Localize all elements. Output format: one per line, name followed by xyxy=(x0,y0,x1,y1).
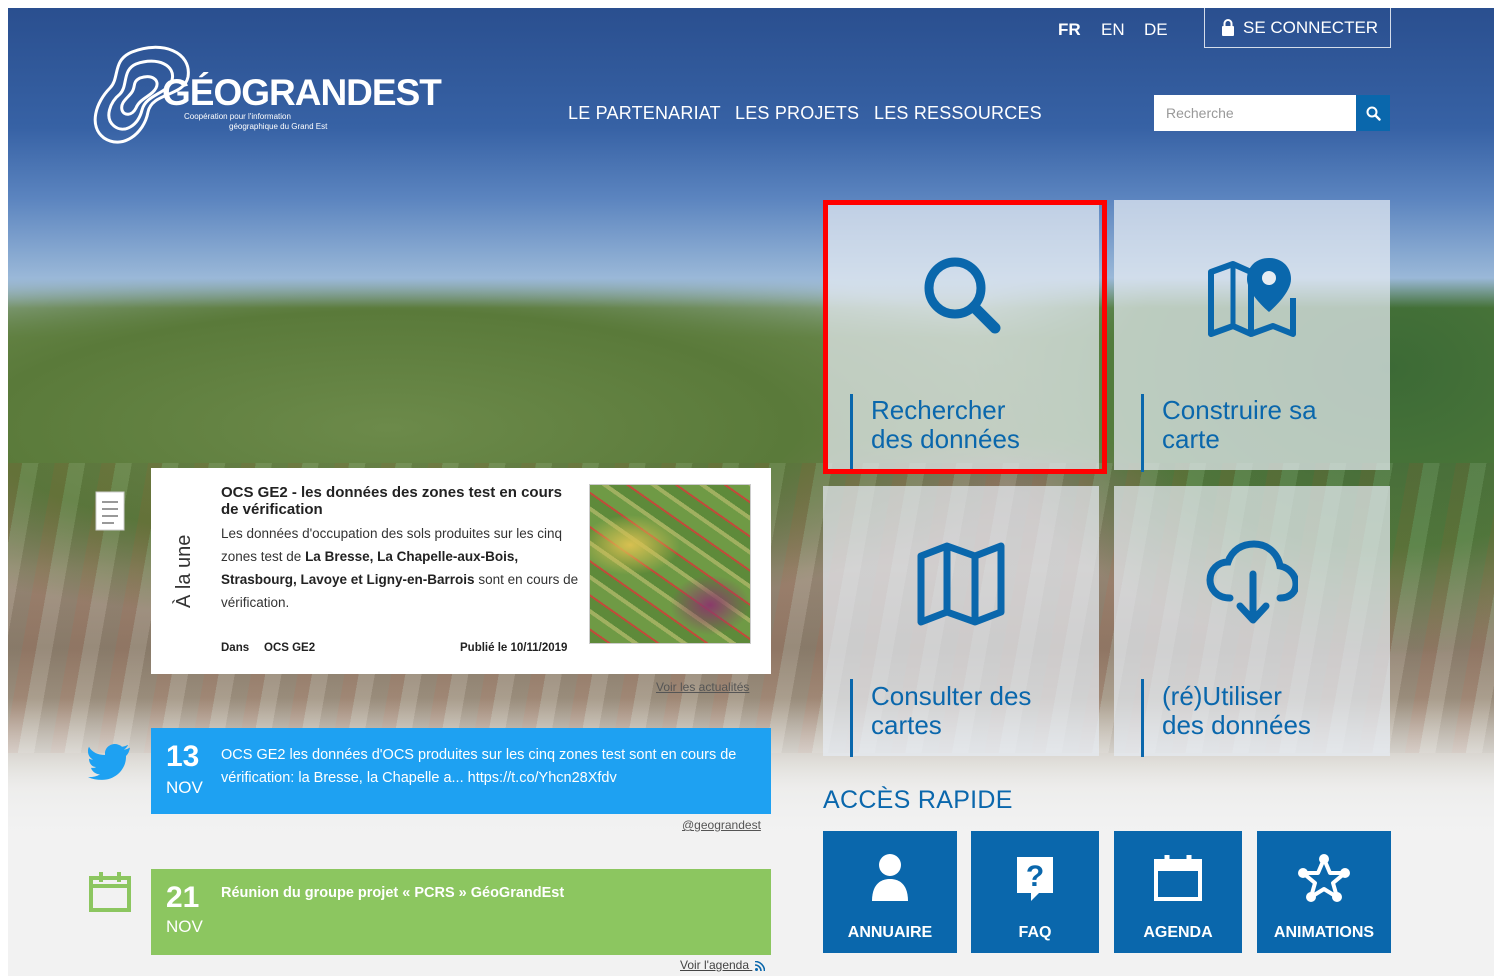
tile-accent-bar xyxy=(850,394,853,472)
tile-accent-bar xyxy=(1141,679,1144,757)
search-icon xyxy=(924,257,1001,334)
event-month: NOV xyxy=(166,917,203,936)
quick-agenda-button[interactable]: AGENDA xyxy=(1114,831,1242,953)
event-card[interactable]: 21 NOV Réunion du groupe projet « PCRS »… xyxy=(151,869,771,955)
quick-animations-button[interactable]: ANIMATIONS xyxy=(1257,831,1391,953)
tile-label: Rechercher des données xyxy=(871,395,1020,454)
logo-wordmark: GÉOGRANDEST xyxy=(162,72,442,113)
quick-access-label: FAQ xyxy=(1018,924,1052,941)
lang-fr[interactable]: FR xyxy=(1058,20,1081,40)
calendar-icon xyxy=(1114,853,1242,903)
login-button[interactable]: SE CONNECTER xyxy=(1204,8,1391,48)
quick-access-title: ACCÈS RAPIDE xyxy=(823,786,1013,814)
news-side-label: À la une xyxy=(173,534,195,608)
tile-label: Construire sa carte xyxy=(1162,395,1317,454)
logo-tagline: Coopération pour l'information géographi… xyxy=(184,112,328,131)
tweet-day: 13 xyxy=(166,740,200,773)
tile-cloud-icon-wrap xyxy=(1114,540,1390,626)
news-card[interactable]: À la une OCS GE2 - les données des zones… xyxy=(151,468,771,674)
lock-icon xyxy=(1222,19,1234,36)
search-button[interactable] xyxy=(1356,95,1390,131)
svg-text:?: ? xyxy=(1026,860,1044,893)
news-title[interactable]: OCS GE2 - les données des zones test en … xyxy=(221,484,581,518)
user-icon xyxy=(823,853,957,903)
question-icon: ? xyxy=(971,853,1099,903)
news-thumbnail[interactable] xyxy=(589,484,751,644)
tweet-text: OCS GE2 les données d'OCS produites sur … xyxy=(221,747,737,786)
network-star-icon xyxy=(1257,853,1391,903)
tile-rechercher-donnees[interactable]: Rechercher des données xyxy=(823,200,1099,472)
cloud-download-icon xyxy=(1206,540,1298,624)
lang-de[interactable]: DE xyxy=(1144,20,1168,40)
document-icon xyxy=(92,490,128,537)
login-label: SE CONNECTER xyxy=(1243,17,1379,37)
quick-access-label: AGENDA xyxy=(1143,924,1213,941)
map-icon xyxy=(917,542,1005,626)
site-logo[interactable]: GÉOGRANDEST Coopération pour l'informati… xyxy=(92,42,442,154)
tile-search-icon-wrap xyxy=(823,252,1099,336)
tile-label: Consulter des cartes xyxy=(871,681,1032,740)
search-input[interactable] xyxy=(1154,95,1356,131)
news-date: Publié le 10/11/2019 xyxy=(460,642,568,654)
tile-map-icon-wrap xyxy=(823,542,1099,626)
twitter-handle-link[interactable]: @geograndest xyxy=(682,818,761,832)
tile-accent-bar xyxy=(850,679,853,757)
tile-consulter-cartes[interactable]: Consulter des cartes xyxy=(823,486,1099,757)
search-box xyxy=(1154,95,1390,131)
search-icon xyxy=(1366,106,1381,121)
tile-map-pin-icon-wrap xyxy=(1114,254,1390,338)
page-background: GÉOGRANDEST Coopération pour l'informati… xyxy=(8,8,1494,976)
news-category-label: Dans xyxy=(221,642,250,654)
tweet-month: NOV xyxy=(166,778,203,797)
tweet-link[interactable]: https://t.co/Yhcn28Xfdv xyxy=(468,770,617,786)
quick-access-label: ANIMATIONS xyxy=(1273,924,1375,941)
tile-accent-bar xyxy=(1141,394,1144,472)
tile-label: (ré)Utiliser des données xyxy=(1162,681,1311,740)
agenda-link[interactable]: Voir l'agenda xyxy=(680,958,766,972)
tile-reutiliser-donnees[interactable]: (ré)Utiliser des données xyxy=(1114,486,1390,757)
event-day: 21 xyxy=(166,881,200,914)
quick-annuaire-button[interactable]: ANNUAIRE xyxy=(823,831,957,953)
quick-faq-button[interactable]: ? FAQ xyxy=(971,831,1099,953)
news-body: Les données d'occupation des sols produi… xyxy=(221,526,579,610)
quick-access-label: ANNUAIRE xyxy=(847,924,933,941)
nav-ressources[interactable]: LES RESSOURCES xyxy=(874,103,1042,124)
tweet-card[interactable]: 13 NOV OCS GE2 les données d'OCS produit… xyxy=(151,728,771,814)
rss-icon xyxy=(755,960,766,971)
calendar-icon xyxy=(88,870,132,919)
nav-partenariat[interactable]: LE PARTENARIAT xyxy=(568,103,721,124)
event-title[interactable]: Réunion du groupe projet « PCRS » GéoGra… xyxy=(221,885,564,901)
twitter-bird-icon xyxy=(88,744,132,785)
map-pin-icon xyxy=(1208,258,1296,337)
tile-construire-carte[interactable]: Construire sa carte xyxy=(1114,200,1390,472)
more-news-link[interactable]: Voir les actualités xyxy=(656,680,749,694)
lang-en[interactable]: EN xyxy=(1101,20,1125,40)
nav-projets[interactable]: LES PROJETS xyxy=(735,103,859,124)
news-category[interactable]: OCS GE2 xyxy=(264,642,315,654)
